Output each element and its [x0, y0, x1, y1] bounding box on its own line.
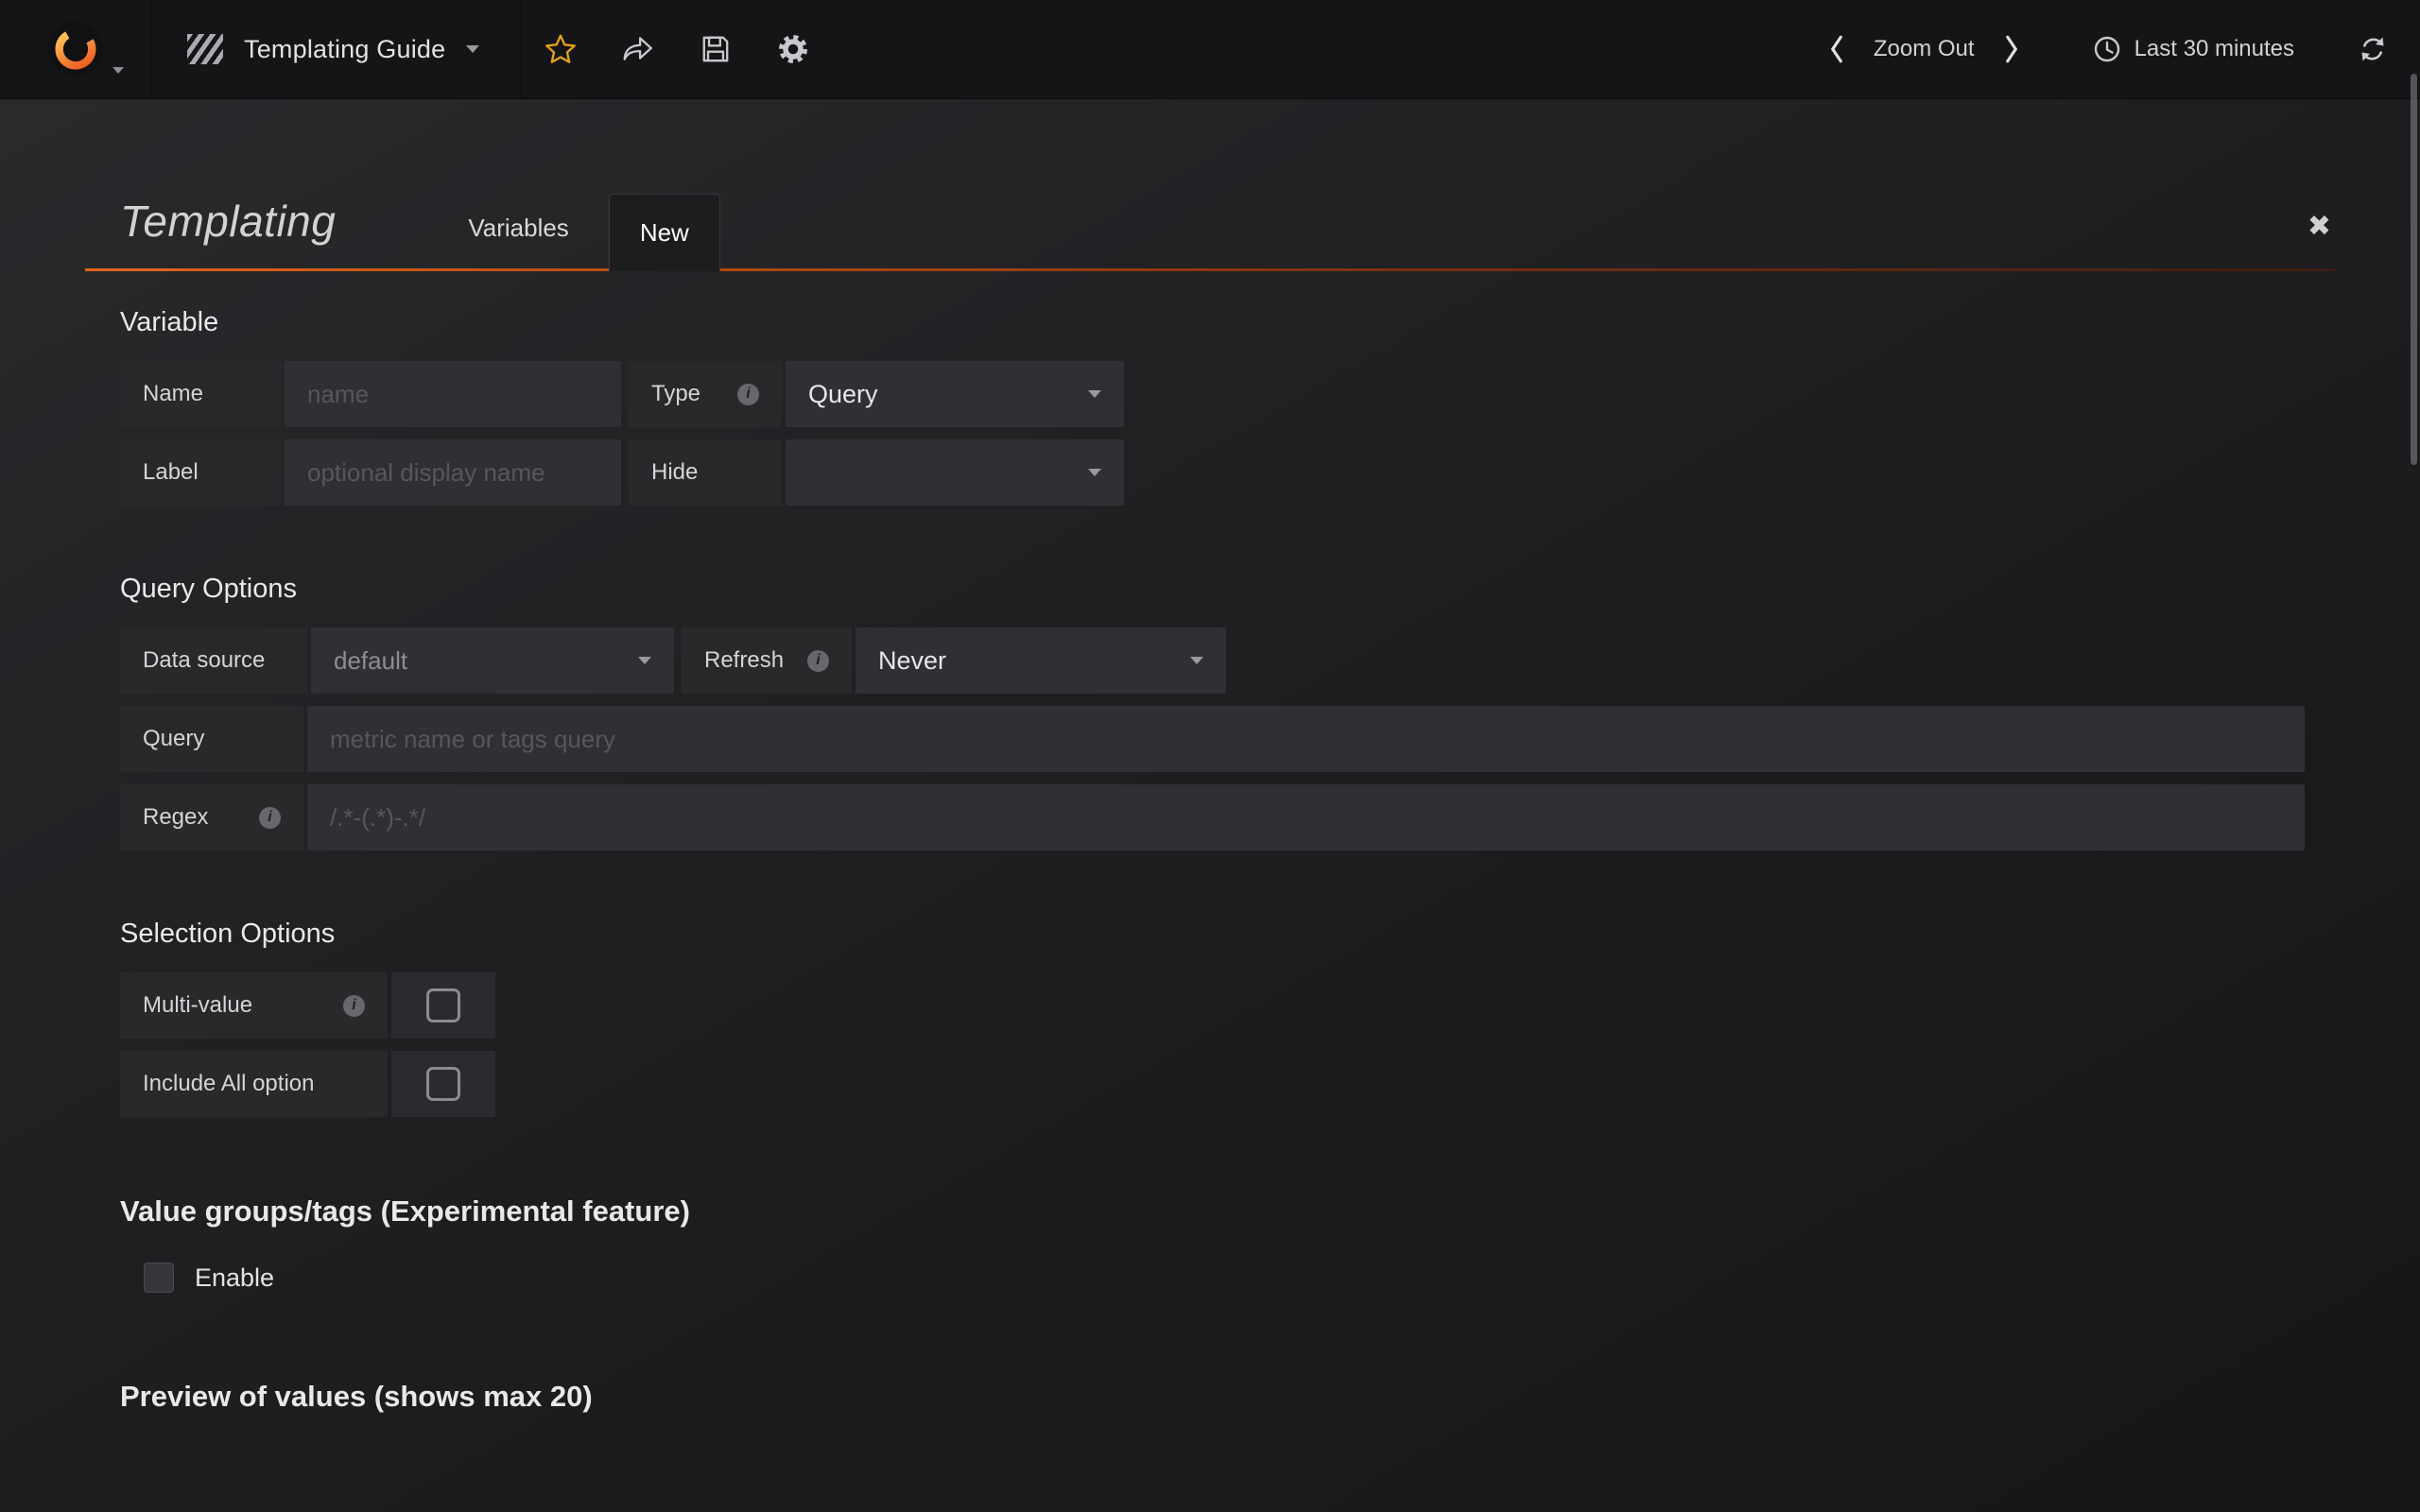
refresh-field-label: Refresh — [682, 627, 852, 694]
share-dashboard-button[interactable] — [599, 0, 677, 98]
zoom-out-button[interactable]: Zoom Out — [1868, 36, 1980, 62]
page-title: Templating — [120, 196, 336, 247]
enable-checkbox[interactable] — [144, 1263, 174, 1293]
tab-new[interactable]: New — [609, 194, 720, 271]
info-icon[interactable] — [807, 650, 829, 672]
pan-left-button[interactable] — [1811, 33, 1862, 65]
tab-variables[interactable]: Variables — [440, 214, 596, 271]
chevron-right-icon — [2001, 33, 2022, 65]
grafana-logo-button[interactable] — [0, 0, 151, 98]
datasource-select-value: default — [334, 646, 407, 676]
enable-label: Enable — [195, 1263, 274, 1293]
type-field-label: Type — [629, 361, 782, 427]
templating-editor: Templating Variables New ✖ Variable Name… — [0, 99, 2420, 1512]
dashboard-title: Templating Guide — [244, 35, 445, 64]
pan-right-button[interactable] — [1986, 33, 2037, 65]
refresh-select-value: Never — [878, 646, 946, 676]
gear-icon — [776, 32, 810, 66]
variable-label-row: Label Hide — [120, 439, 2335, 506]
multi-value-label: Multi-value — [120, 972, 388, 1039]
time-pan-zoom-controls: Zoom Out — [1786, 0, 2062, 98]
clock-icon — [2093, 35, 2121, 63]
regex-row: Regex — [120, 784, 2335, 850]
name-input[interactable] — [285, 361, 621, 427]
info-icon[interactable] — [737, 384, 759, 405]
query-options-heading: Query Options — [120, 574, 2335, 605]
save-icon — [700, 33, 732, 65]
info-icon[interactable] — [343, 995, 365, 1017]
checkbox-unchecked-icon — [426, 988, 460, 1022]
variable-section-heading: Variable — [120, 307, 2335, 338]
query-input[interactable] — [307, 706, 2305, 772]
include-all-checkbox[interactable] — [391, 1051, 495, 1117]
label-input[interactable] — [285, 439, 621, 506]
top-navbar: Templating Guide — [0, 0, 2420, 99]
dashboard-settings-button[interactable] — [754, 0, 832, 98]
include-all-row: Include All option — [120, 1051, 2335, 1117]
info-icon[interactable] — [259, 807, 281, 829]
star-icon — [544, 32, 578, 66]
share-icon — [621, 33, 655, 65]
save-dashboard-button[interactable] — [677, 0, 754, 98]
time-range-label: Last 30 minutes — [2135, 36, 2294, 62]
dashboard-icon — [187, 34, 223, 64]
enable-tags-row: Enable — [144, 1263, 2335, 1293]
regex-input[interactable] — [307, 784, 2305, 850]
logo-caret-icon — [112, 67, 124, 74]
value-groups-heading: Value groups/tags (Experimental feature) — [120, 1194, 2335, 1228]
regex-field-label: Regex — [120, 784, 303, 850]
close-editor-button[interactable]: ✖ — [2308, 210, 2331, 243]
checkbox-unchecked-icon — [426, 1067, 460, 1101]
grafana-app: Templating Guide — [0, 0, 2420, 1512]
type-select-value: Query — [808, 380, 878, 409]
time-range-picker[interactable]: Last 30 minutes — [2062, 0, 2325, 98]
variable-name-row: Name Type Query — [120, 361, 2335, 427]
chevron-down-icon — [1088, 390, 1101, 398]
dashboard-picker[interactable]: Templating Guide — [151, 0, 522, 98]
chevron-down-icon — [1190, 657, 1203, 664]
tab-accent-line — [85, 268, 2335, 271]
grafana-logo-icon — [47, 21, 104, 77]
chevron-left-icon — [1826, 33, 1847, 65]
multi-value-checkbox[interactable] — [391, 972, 495, 1039]
datasource-refresh-row: Data source default Refresh Never — [120, 627, 2335, 694]
name-field-label: Name — [120, 361, 281, 427]
datasource-select[interactable]: default — [311, 627, 674, 694]
chevron-down-icon — [466, 45, 479, 53]
refresh-select[interactable]: Never — [856, 627, 1226, 694]
chevron-down-icon — [638, 657, 651, 664]
selection-options-heading: Selection Options — [120, 919, 2335, 950]
preview-heading: Preview of values (shows max 20) — [120, 1380, 2335, 1414]
editor-tabs: Variables New — [440, 194, 719, 271]
query-field-label: Query — [120, 706, 303, 772]
scrollbar-thumb[interactable] — [2411, 74, 2417, 465]
hide-select[interactable] — [786, 439, 1124, 506]
star-dashboard-button[interactable] — [522, 0, 599, 98]
include-all-label: Include All option — [120, 1051, 388, 1117]
label-field-label: Label — [120, 439, 281, 506]
navbar-right-controls: Zoom Out Last 30 minutes — [1786, 0, 2420, 98]
hide-field-label: Hide — [629, 439, 782, 506]
refresh-dashboard-button[interactable] — [2325, 0, 2420, 98]
query-row: Query — [120, 706, 2335, 772]
type-select[interactable]: Query — [786, 361, 1124, 427]
datasource-field-label: Data source — [120, 627, 307, 694]
editor-header: Templating Variables New ✖ — [85, 99, 2335, 271]
chevron-down-icon — [1088, 469, 1101, 476]
refresh-icon — [2358, 34, 2388, 64]
multi-value-row: Multi-value — [120, 972, 2335, 1039]
